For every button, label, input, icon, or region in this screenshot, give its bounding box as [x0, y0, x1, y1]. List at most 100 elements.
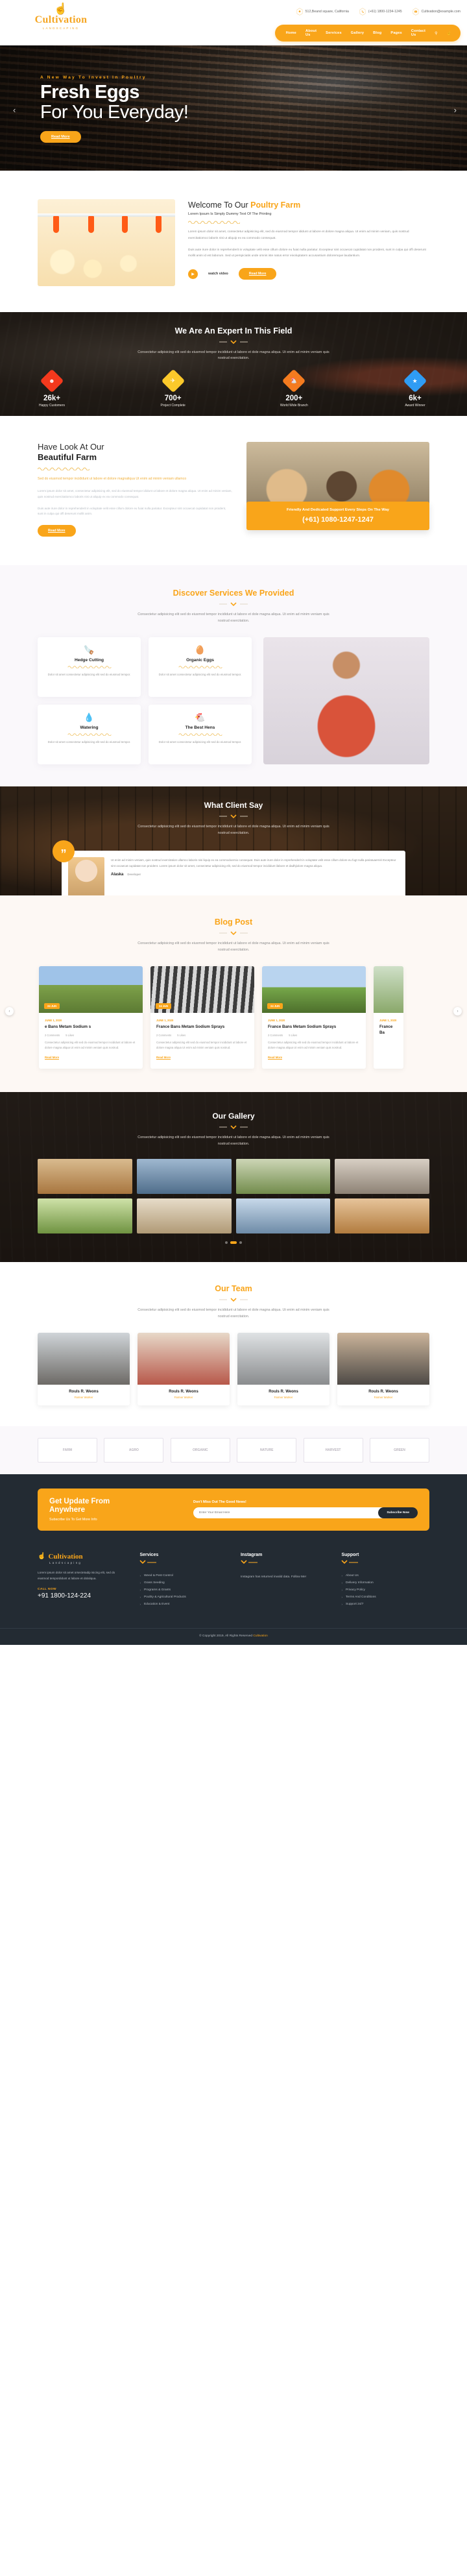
- topbar-phone[interactable]: (+61) 1800-1234-1245: [359, 8, 402, 16]
- footer-link[interactable]: › Poultry & Agricultural Products: [139, 1596, 228, 1599]
- team-member-photo: [138, 1333, 230, 1385]
- nav-item-home[interactable]: Home: [286, 31, 296, 35]
- footer-link[interactable]: › About Us: [341, 1574, 429, 1577]
- brand-logo[interactable]: GREEN: [369, 1438, 429, 1463]
- welcome-subtitle: Lorem Ipsum Is Simply Dummy Text Of The …: [188, 212, 272, 216]
- brand-logo[interactable]: HARVEST: [303, 1438, 363, 1463]
- service-card-watering[interactable]: 💧 Watering Dolor sit amet consectetur ad…: [38, 705, 141, 765]
- blog-post-title[interactable]: France Bans Metam Sodium Sprays: [268, 1025, 360, 1030]
- nav-item-gallery[interactable]: Gallery: [351, 31, 364, 35]
- footer-link[interactable]: › Education & Event: [139, 1603, 228, 1606]
- gallery-image[interactable]: [38, 1198, 132, 1234]
- footer-link[interactable]: › Grass Seeding: [139, 1581, 228, 1585]
- gallery-image[interactable]: [136, 1198, 232, 1234]
- expert-title: We Are An Expert In This Field: [174, 326, 293, 335]
- cart-icon[interactable]: ☝: [447, 31, 451, 36]
- egg-basket-icon: 🥚: [195, 645, 206, 655]
- gallery-image[interactable]: [235, 1198, 331, 1234]
- service-card-hedge-cutting[interactable]: 🪚 Hedge Cutting Dolor sit amet consectet…: [38, 637, 141, 698]
- squiggle-divider: [188, 221, 240, 224]
- nav-item-pages[interactable]: Pages: [390, 31, 401, 35]
- team-member-card[interactable]: Rouls R. Weons Farmer Worker: [138, 1333, 230, 1406]
- welcome-title-plain: Welcome To Our: [188, 200, 251, 210]
- footer-link[interactable]: › Delivery Information: [341, 1581, 429, 1585]
- welcome-read-more-button[interactable]: Read More: [238, 268, 277, 280]
- blog-post-title[interactable]: France Ba: [379, 1025, 398, 1036]
- blog-prev-arrow[interactable]: ‹: [5, 1007, 14, 1016]
- expert-subtitle: Consectetur adipisicing elit sed do eius…: [138, 350, 329, 361]
- award-badge-icon: ★: [403, 369, 427, 393]
- nav-item-contact-us[interactable]: Contact Us: [411, 29, 425, 37]
- subscribe-now-button[interactable]: Subscribe Now: [378, 1507, 418, 1519]
- blog-post-card[interactable]: 24 JUN JUNE 1, 2020 France Bans Metam So…: [262, 966, 366, 1069]
- service-card-the-best-hens[interactable]: 🐔 The Best Hens Dolor sit amet consectet…: [149, 705, 252, 765]
- blog-post-title[interactable]: France Bans Metam Sodium Sprays: [156, 1025, 248, 1030]
- footer-link[interactable]: › Terms And Conditions: [341, 1596, 429, 1599]
- footer-link[interactable]: › Privacy Policy: [341, 1588, 429, 1592]
- welcome-title: Welcome To Our Poultry Farm: [188, 200, 429, 210]
- subscribe-email-input[interactable]: [193, 1507, 385, 1519]
- blog-post-date-badge: 24 JUN: [267, 1003, 283, 1010]
- blog-post-read-more[interactable]: Read More: [156, 1056, 171, 1059]
- testimonial-name-text: Alaska: [111, 873, 124, 877]
- team-member-card[interactable]: Rouls R. Weons Farmer Worker: [237, 1333, 329, 1406]
- footer-link[interactable]: › Support 24/7: [341, 1603, 429, 1606]
- brand-logo[interactable]: FARM: [38, 1438, 97, 1463]
- blog-post-card-partial[interactable]: JUNE 1, 2020 France Ba: [374, 966, 403, 1069]
- search-icon[interactable]: ⚲: [435, 31, 437, 36]
- footer-link-label: Support 24/7: [346, 1602, 364, 1606]
- blog-post-title[interactable]: e Bans Metam Sodium s: [45, 1025, 137, 1030]
- counter-item: 🐔 200+ World Wide Branch: [252, 369, 335, 407]
- gallery-image[interactable]: [335, 1159, 429, 1195]
- footer-copyright-brand[interactable]: Cultivation: [253, 1634, 267, 1638]
- brand-logo[interactable]: NATURE: [237, 1438, 297, 1463]
- gallery-image[interactable]: [335, 1198, 429, 1234]
- blog-post-read-more[interactable]: Read More: [268, 1056, 282, 1059]
- chevron-right-icon: ›: [341, 1602, 342, 1606]
- subscribe-subtext: Subscribe Us To Get More Info: [49, 1517, 97, 1522]
- play-icon[interactable]: ▶: [188, 269, 198, 279]
- blog-post-card[interactable]: 24 JUN JUNE 1, 2020 e Bans Metam Sodium …: [39, 966, 143, 1069]
- team-member-card[interactable]: Rouls R. Weons Farmer Worker: [337, 1333, 429, 1406]
- farm-read-more-button[interactable]: Read More: [38, 525, 76, 537]
- footer-zone: Get Update From Anywhere Subscribe Us To…: [0, 1474, 467, 1645]
- footer-services-title: Services: [139, 1552, 159, 1557]
- gallery-dot[interactable]: [239, 1241, 242, 1245]
- blog-post-read-more[interactable]: Read More: [45, 1056, 59, 1059]
- support-callout-phone[interactable]: (+61) 1080-1247-1247: [253, 516, 423, 524]
- footer-link[interactable]: › Weed & Pest Control: [139, 1574, 228, 1577]
- brand-logo[interactable]: ORGANIC: [170, 1438, 230, 1463]
- site-logo[interactable]: ☝ Cultivation Landscaping: [22, 3, 100, 30]
- gallery-dot[interactable]: [225, 1241, 228, 1245]
- blog-carousel: 24 JUN JUNE 1, 2020 e Bans Metam Sodium …: [38, 966, 429, 1069]
- blog-next-arrow[interactable]: ›: [453, 1007, 462, 1016]
- gallery-image[interactable]: [38, 1159, 132, 1195]
- hero-prev-arrow[interactable]: ‹: [13, 105, 16, 115]
- brand-logo[interactable]: AGRO: [104, 1438, 164, 1463]
- blog-post-card[interactable]: 24 JUN JUNE 1, 2020 France Bans Metam So…: [150, 966, 254, 1069]
- service-card-organic-eggs[interactable]: 🥚 Organic Eggs Dolor sit amet consectetu…: [149, 637, 252, 698]
- hero-next-arrow[interactable]: ›: [454, 105, 457, 115]
- counter-number: 700+: [164, 394, 182, 402]
- gallery-image[interactable]: [235, 1159, 331, 1195]
- footer-instagram-title: Instagram: [240, 1552, 263, 1557]
- footer-phone[interactable]: +91 1800-124-224: [38, 1592, 126, 1599]
- nav-item-blog[interactable]: Blog: [373, 31, 381, 35]
- nav-item-services[interactable]: Services: [326, 31, 342, 35]
- topbar-email[interactable]: Cultivation@example.com: [413, 8, 461, 16]
- hero-read-more-button[interactable]: Read More: [40, 131, 81, 143]
- watch-video-label[interactable]: watch video: [208, 272, 228, 276]
- subscribe-question: Don't Miss Out The Good News!: [193, 1500, 246, 1505]
- team-member-role: Farmer Worker: [74, 1396, 93, 1400]
- footer-link[interactable]: › Programs & Grants: [139, 1588, 228, 1592]
- gallery-dot-active[interactable]: [230, 1241, 237, 1245]
- gallery-image[interactable]: [136, 1159, 232, 1195]
- topbar-email-text: Cultivation@example.com: [421, 10, 461, 14]
- blog-post-image: [374, 966, 403, 1014]
- team-member-name: Rouls R. Weons: [269, 1390, 298, 1394]
- team-member-card[interactable]: Rouls R. Weons Farmer Worker: [38, 1333, 130, 1406]
- nav-item-about-us[interactable]: About Us: [305, 29, 317, 37]
- hero-title-line2: For You Everyday!: [40, 102, 189, 123]
- logo-tagline: Landscaping: [42, 27, 80, 30]
- footer-logo[interactable]: ☝ Cultivation: [38, 1553, 126, 1561]
